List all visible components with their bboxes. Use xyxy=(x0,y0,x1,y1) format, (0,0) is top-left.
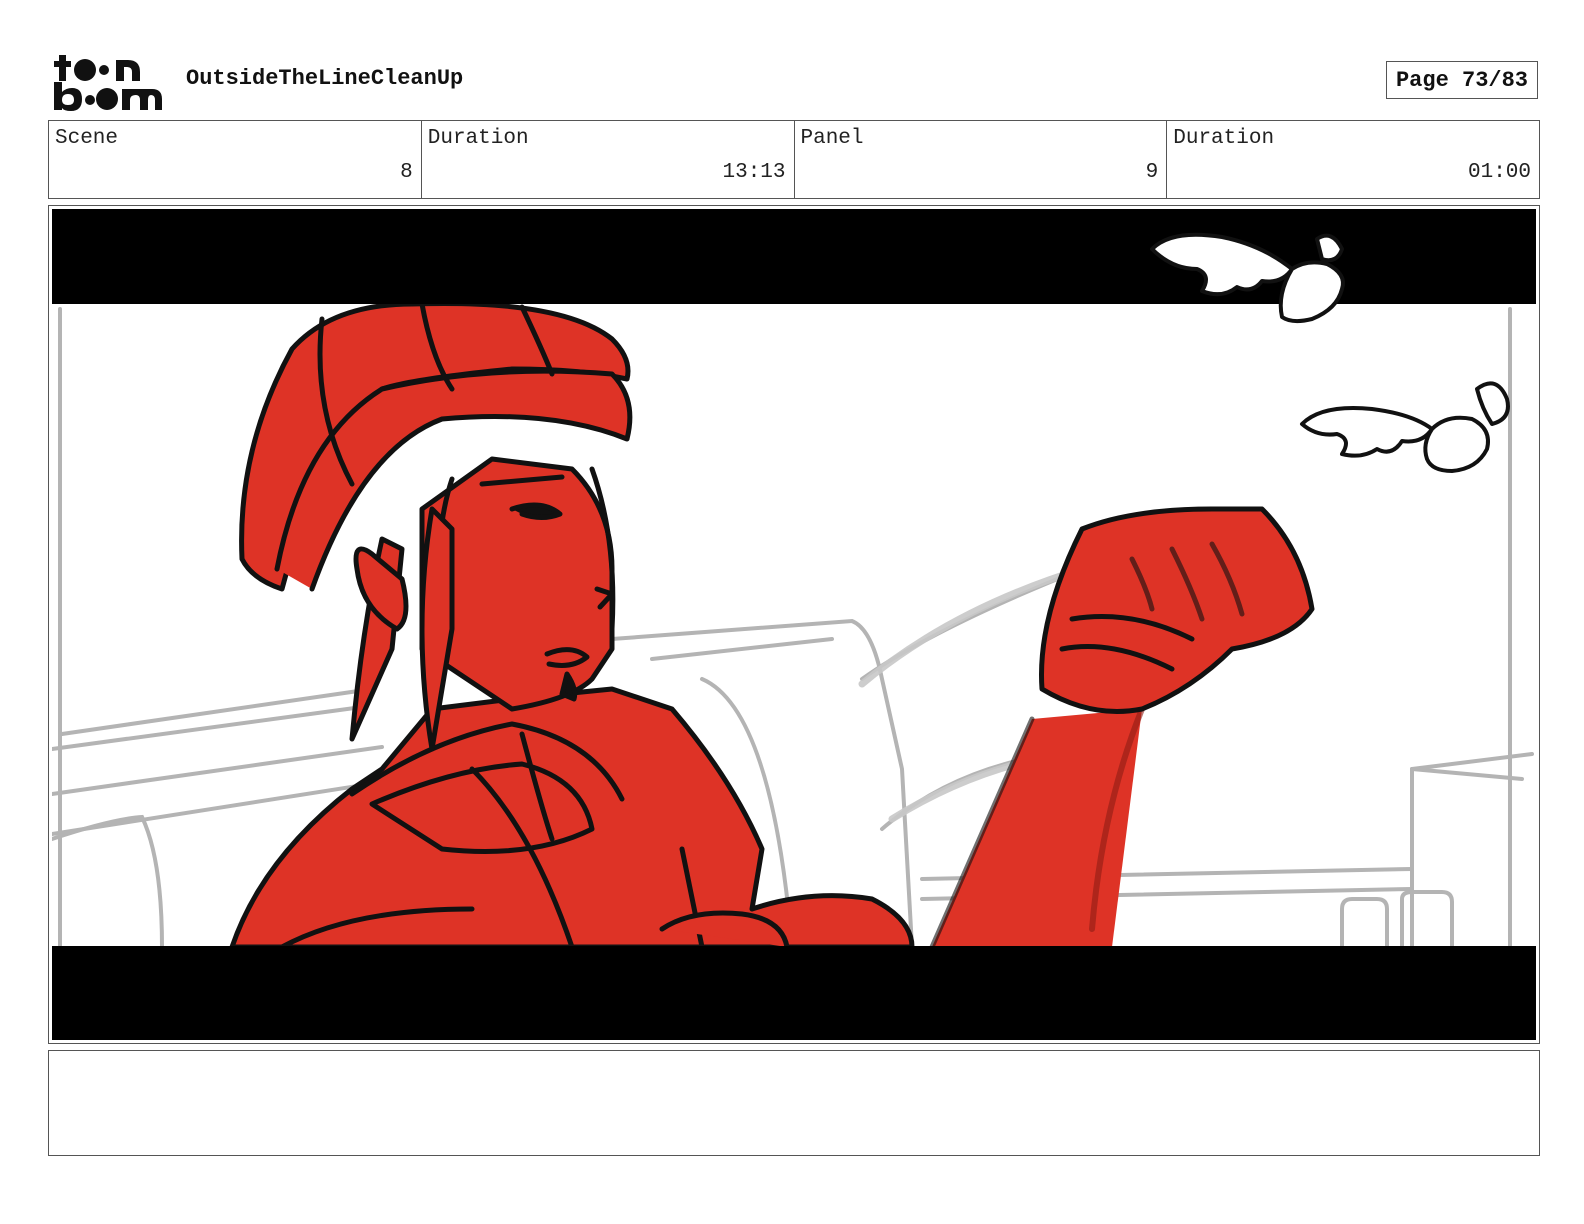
scene-duration-label: Duration xyxy=(427,127,529,150)
toon-boom-logo xyxy=(54,55,162,111)
panel-duration-value: 01:00 xyxy=(1467,161,1531,184)
project-title: OutsideTheLineCleanUp xyxy=(186,66,464,91)
panel-cell: Panel 9 xyxy=(793,121,1167,198)
scene-info-row: Scene 8 Duration 13:13 Panel 9 Duration … xyxy=(48,120,1540,199)
scene-cell: Scene 8 xyxy=(49,121,421,198)
caption-box xyxy=(48,1050,1540,1156)
panel-value: 9 xyxy=(1145,161,1159,184)
scene-label: Scene xyxy=(55,127,119,150)
panel-drawing xyxy=(52,209,1536,1040)
letterbox-bottom xyxy=(52,946,1536,1040)
page-indicator: Page 73/83 xyxy=(1386,61,1538,99)
scene-duration-cell: Duration 13:13 xyxy=(420,121,794,198)
scene-value: 8 xyxy=(400,161,413,184)
panel-label: Panel xyxy=(800,127,864,150)
panel-duration-label: Duration xyxy=(1173,127,1275,150)
panel-duration-cell: Duration 01:00 xyxy=(1166,121,1539,198)
storyboard-panel xyxy=(48,205,1540,1044)
scene-duration-value: 13:13 xyxy=(722,161,786,184)
